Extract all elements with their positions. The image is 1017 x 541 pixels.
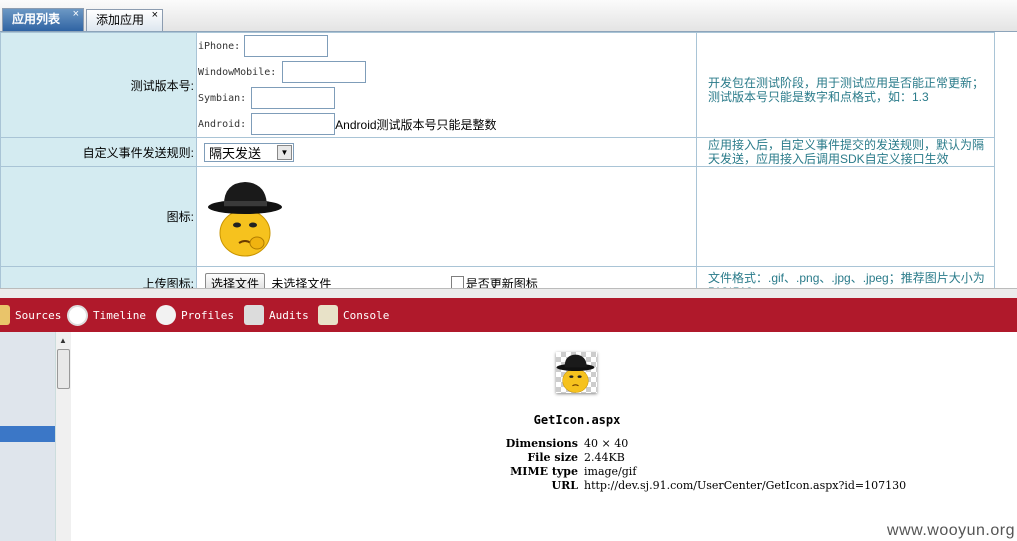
test-version-label: 测试版本号: <box>0 32 197 138</box>
platform-label: Android: <box>198 118 247 130</box>
devtools-tab-label: Profiles <box>181 308 234 322</box>
resource-tree-scrollbar[interactable]: ▲ <box>55 332 72 541</box>
scroll-up-icon[interactable]: ▲ <box>59 336 67 345</box>
meta-key: URL <box>551 479 578 492</box>
selected-value: 隔天发送 <box>209 145 262 161</box>
meta-key: Dimensions <box>505 437 578 450</box>
devtools-tab-label: Console <box>343 308 390 322</box>
tab-strip: 应用列表 × 添加应用 × <box>0 0 1017 32</box>
devtools-tab-label: Audits <box>269 308 309 322</box>
meta-row-mime: MIME type image/gif <box>490 465 906 479</box>
scrollbar-thumb[interactable] <box>57 349 70 389</box>
devtools-tab-label: Sources <box>15 308 62 322</box>
app-form: 测试版本号: iPhone: WindowMobile: Symbian: An… <box>0 32 1017 288</box>
symbian-row: Symbian: <box>197 85 696 111</box>
platform-label: WindowMobile: <box>198 66 277 78</box>
icon-label: 图标: <box>0 166 197 267</box>
tab-label: 应用列表 <box>12 12 61 26</box>
console-icon <box>318 305 338 325</box>
note-text: 文件格式：.gif、.png、.jpg、.jpeg；推荐图片大小为512*512… <box>708 271 985 288</box>
windowmobile-version-input[interactable] <box>282 61 367 83</box>
tab-add-app[interactable]: 添加应用 × <box>86 9 163 31</box>
tab-label: 添加应用 <box>96 13 145 27</box>
note-text: 开发包在测试阶段，用于测试应用是否能正常更新；测试版本号只能是数字和点格式，如：… <box>708 76 985 104</box>
close-icon[interactable]: × <box>73 4 79 25</box>
platform-label: iPhone: <box>198 40 241 52</box>
event-rule-label: 自定义事件发送规则: <box>0 137 197 167</box>
spy-smiley-icon <box>208 181 282 256</box>
meta-dimensions: 40 × 40 <box>584 437 629 450</box>
image-preview <box>556 352 597 393</box>
devtools-tab-console[interactable]: Console <box>318 298 389 332</box>
meta-key: File size <box>527 451 578 464</box>
watermark: www.wooyun.org <box>887 522 1015 539</box>
tab-app-list[interactable]: 应用列表 × <box>2 8 84 31</box>
devtools-toolbar: Sources Timeline Profiles Audits Console <box>0 298 1017 332</box>
windowmobile-row: WindowMobile: <box>197 59 696 85</box>
devtools-tab-label: Timeline <box>93 308 146 322</box>
event-rule-field: 隔天发送 ▼ <box>196 137 697 167</box>
meta-url-link[interactable]: http://dev.sj.91.com/UserCenter/GetIcon.… <box>584 479 906 493</box>
meta-filesize: 2.44KB <box>584 451 625 464</box>
event-rule-select[interactable]: 隔天发送 ▼ <box>204 142 294 162</box>
meta-key: MIME type <box>510 465 578 478</box>
devtools-tab-profiles[interactable]: Profiles <box>156 298 234 332</box>
note-text: 应用接入后，自定义事件提交的发送规则，默认为隔天发送，应用接入后调用SDK自定义… <box>708 138 985 166</box>
audits-icon <box>244 305 264 325</box>
devtools-tab-timeline[interactable]: Timeline <box>67 298 146 332</box>
devtools-tab-sources[interactable]: Sources <box>0 298 61 332</box>
update-icon-checkbox[interactable] <box>450 275 464 288</box>
meta-row-dimensions: Dimensions 40 × 40 <box>490 437 906 451</box>
choose-file-button[interactable]: 选择文件 <box>205 272 266 288</box>
iphone-version-input[interactable] <box>244 35 329 57</box>
upload-field: 选择文件 未选择文件 是否更新图标 <box>196 266 697 289</box>
profiles-icon <box>156 305 176 325</box>
platform-label: Symbian: <box>198 92 247 104</box>
sources-icon <box>0 305 10 325</box>
dropdown-arrow-icon[interactable]: ▼ <box>277 144 292 160</box>
checkbox-label: 是否更新图标 <box>465 276 538 289</box>
android-version-input[interactable] <box>251 113 336 135</box>
meta-row-filesize: File size 2.44KB <box>490 451 906 465</box>
meta-row-url: URL http://dev.sj.91.com/UserCenter/GetI… <box>490 479 907 493</box>
icon-note <box>696 166 995 267</box>
upload-label: 上传图标: <box>0 266 197 288</box>
timeline-icon <box>67 304 88 326</box>
iphone-row: iPhone: <box>197 33 696 59</box>
android-version-hint: Android测试版本号只能是整数 <box>335 117 497 132</box>
symbian-version-input[interactable] <box>251 87 336 109</box>
file-status: 未选择文件 <box>271 276 332 289</box>
upload-note: 文件格式：.gif、.png、.jpg、.jpeg；推荐图片大小为512*512… <box>696 266 995 288</box>
resource-metadata: Dimensions 40 × 40 File size 2.44KB MIME… <box>490 437 906 493</box>
spy-smiley-icon <box>556 354 595 393</box>
event-rule-note: 应用接入后，自定义事件提交的发送规则，默认为隔天发送，应用接入后调用SDK自定义… <box>696 137 995 167</box>
test-version-note: 开发包在测试阶段，用于测试应用是否能正常更新；测试版本号只能是数字和点格式，如：… <box>696 32 995 138</box>
meta-mime: image/gif <box>584 465 637 478</box>
icon-cell <box>196 166 697 267</box>
close-icon[interactable]: × <box>152 5 158 26</box>
devtools-tab-audits[interactable]: Audits <box>244 298 309 332</box>
test-version-fields: iPhone: WindowMobile: Symbian: Android: … <box>196 32 697 138</box>
android-row: Android: Android测试版本号只能是整数 <box>197 111 696 137</box>
resource-filename: GetIcon.aspx <box>533 413 621 427</box>
update-icon-checkbox-wrap[interactable]: 是否更新图标 <box>450 275 538 289</box>
resource-tree-selected-item[interactable] <box>0 426 55 442</box>
